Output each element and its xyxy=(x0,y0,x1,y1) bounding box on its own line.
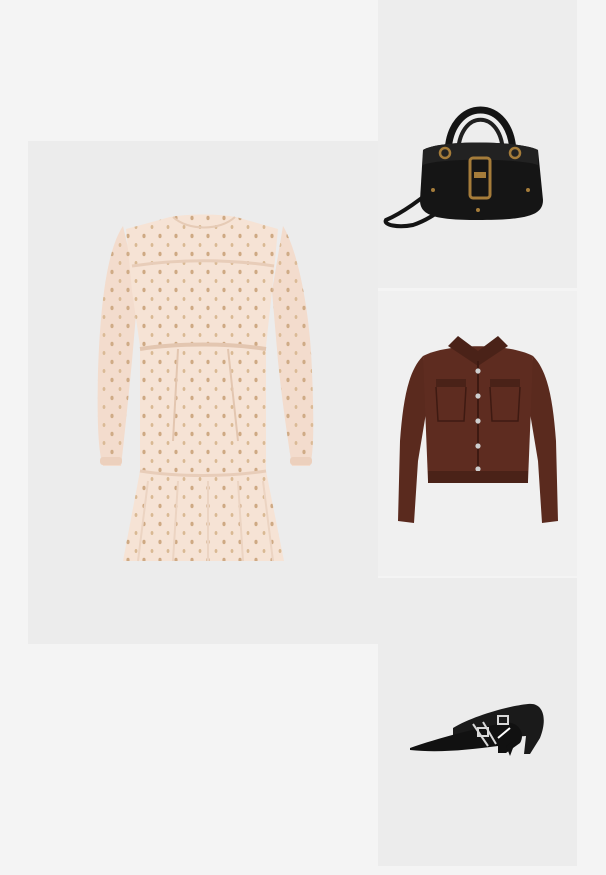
product-tile-bag[interactable] xyxy=(378,0,577,288)
product-tile-shoes[interactable] xyxy=(378,578,577,866)
bag-image xyxy=(383,106,543,229)
shoes-image xyxy=(410,703,544,756)
product-tile-dress[interactable] xyxy=(28,141,378,644)
jacket-image xyxy=(398,336,558,523)
product-tile-jacket[interactable] xyxy=(378,291,577,576)
dress-image xyxy=(97,214,314,562)
